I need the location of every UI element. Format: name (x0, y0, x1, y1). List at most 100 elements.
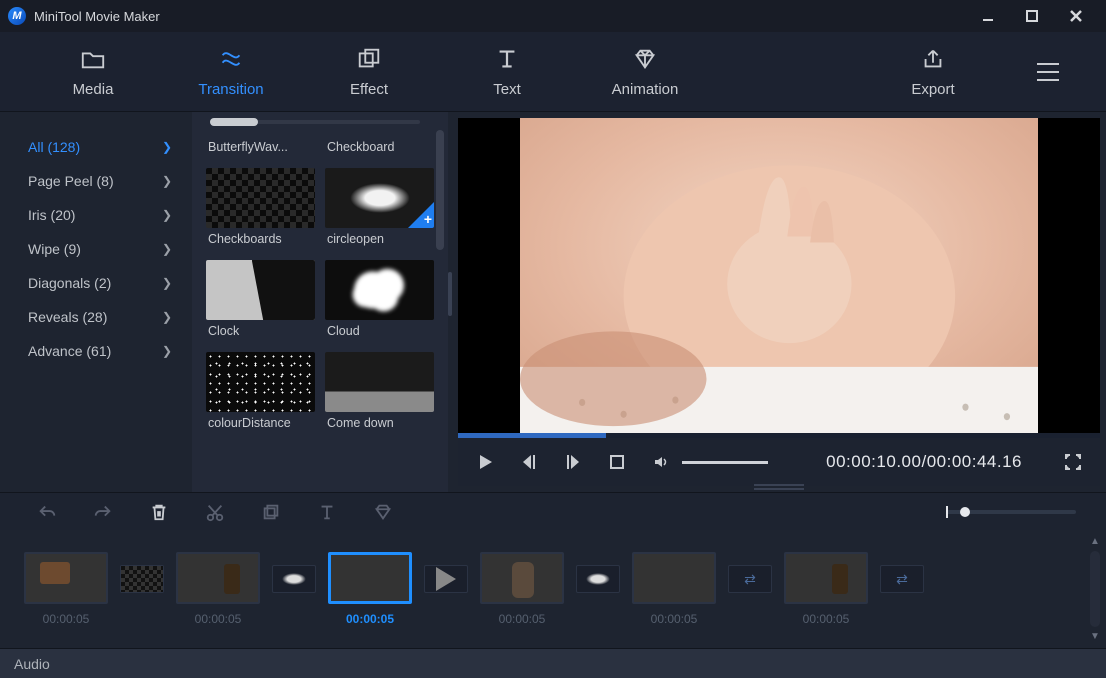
audio-track[interactable]: Audio (0, 648, 1106, 678)
chevron-right-icon: ❯ (162, 310, 172, 324)
frame-forward-button[interactable] (562, 451, 584, 473)
zoom-slider[interactable] (946, 510, 1076, 514)
sidebar-item-wipe[interactable]: Wipe (9)❯ (0, 232, 192, 266)
tab-effect[interactable]: Effect (314, 45, 424, 98)
text-tool-button[interactable] (316, 501, 338, 523)
minimize-button[interactable] (966, 0, 1010, 32)
gallery-vscroll[interactable] (436, 130, 444, 486)
tab-transition[interactable]: Transition (176, 45, 286, 98)
clip-thumbnail (784, 552, 868, 604)
gallery-item[interactable]: Checkboard (325, 136, 434, 162)
preview-screen[interactable] (458, 118, 1100, 438)
tab-text[interactable]: Text (452, 45, 562, 98)
gallery-item[interactable]: colourDistance (206, 352, 315, 438)
sidebar-item-reveals[interactable]: Reveals (28) ❯ (0, 300, 192, 334)
wedge-icon (436, 567, 456, 591)
sidebar-item-advance[interactable]: Advance (61)❯ (0, 334, 192, 368)
export-label: Export (911, 81, 954, 98)
timeline-clip[interactable]: 00:00:05 (632, 552, 716, 626)
gallery-hscroll[interactable] (210, 120, 420, 124)
category-sidebar: All (128)❯ Page Peel (8)❯ Iris (20)❯ Wip… (0, 112, 192, 492)
gallery-item[interactable]: Clock (206, 260, 315, 346)
gallery-item[interactable]: ButterflyWav... (206, 136, 315, 162)
fullscreen-button[interactable] (1062, 451, 1084, 473)
panel-resize-handle[interactable] (754, 484, 804, 490)
transition-icon (218, 45, 244, 73)
animation-tool-button[interactable] (372, 501, 394, 523)
title-bar: M MiniTool Movie Maker (0, 0, 1106, 32)
timeline-clip[interactable]: 00:00:05 (24, 552, 108, 626)
clip-thumbnail (632, 552, 716, 604)
timeline-clip-selected[interactable]: 00:00:05 (328, 552, 412, 626)
gallery-item-label: Come down (327, 416, 434, 432)
baby-hand-image (520, 118, 1038, 438)
timeline-transition[interactable] (272, 565, 316, 593)
gallery-item[interactable]: Checkboards (206, 168, 315, 254)
scroll-down-icon[interactable]: ▼ (1090, 631, 1100, 642)
chevron-right-icon: ❯ (162, 140, 172, 154)
clip-timestamp: 00:00:05 (346, 612, 394, 626)
thumbnail-clock (206, 260, 315, 320)
gallery-item-label: colourDistance (208, 416, 315, 432)
maximize-button[interactable] (1010, 0, 1054, 32)
clip-timestamp: 00:00:05 (651, 612, 698, 626)
tab-label: Animation (612, 81, 679, 98)
volume-slider[interactable] (682, 461, 768, 464)
sidebar-item-diagonals[interactable]: Diagonals (2)❯ (0, 266, 192, 300)
clip-thumbnail (24, 552, 108, 604)
ellipse-icon (586, 573, 610, 585)
app-title: MiniTool Movie Maker (34, 9, 160, 24)
timeline-clip[interactable]: 00:00:05 (784, 552, 868, 626)
timeline-transition[interactable] (576, 565, 620, 593)
export-icon (920, 45, 946, 73)
preview-video (520, 118, 1038, 438)
undo-button[interactable] (36, 501, 58, 523)
ellipse-icon (282, 573, 306, 585)
timeline-transition[interactable] (424, 565, 468, 593)
sidebar-item-label: Reveals (28) (28, 309, 107, 325)
close-button[interactable] (1054, 0, 1098, 32)
export-button[interactable]: Export (878, 45, 988, 98)
gallery-item-label: Cloud (327, 324, 434, 340)
main-area: All (128)❯ Page Peel (8)❯ Iris (20)❯ Wip… (0, 112, 1106, 492)
gallery-item-label: ButterflyWav... (208, 140, 315, 156)
sidebar-item-pagepeel[interactable]: Page Peel (8)❯ (0, 164, 192, 198)
sidebar-item-iris[interactable]: Iris (20)❯ (0, 198, 192, 232)
volume-button[interactable] (650, 451, 672, 473)
timeline-transition[interactable] (120, 565, 164, 593)
tab-media[interactable]: Media (38, 45, 148, 98)
menu-button[interactable] (1028, 61, 1068, 83)
frame-back-button[interactable] (518, 451, 540, 473)
app-window: M MiniTool Movie Maker Media Transition … (0, 0, 1106, 678)
gallery-item[interactable]: + circleopen (325, 168, 434, 254)
tab-animation[interactable]: Animation (590, 45, 700, 98)
chevron-right-icon: ❯ (162, 208, 172, 222)
timeline[interactable]: 00:00:05 00:00:05 00:00:05 00:00:05 00:0… (0, 530, 1106, 648)
thumbnail-cloud (325, 260, 434, 320)
edit-toolbar (0, 492, 1106, 530)
gallery-item[interactable]: Cloud (325, 260, 434, 346)
preview-progress[interactable] (458, 433, 1100, 438)
timeline-clip[interactable]: 00:00:05 (480, 552, 564, 626)
redo-button[interactable] (92, 501, 114, 523)
timeline-transition[interactable]: ⇄ (728, 565, 772, 593)
play-button[interactable] (474, 451, 496, 473)
chevron-right-icon: ❯ (162, 174, 172, 188)
diamond-icon (632, 45, 658, 73)
gallery-item[interactable]: Come down (325, 352, 434, 438)
scroll-up-icon[interactable]: ▲ (1090, 536, 1100, 547)
sidebar-item-all[interactable]: All (128)❯ (0, 130, 192, 164)
add-icon[interactable]: + (424, 211, 432, 227)
timeline-transition[interactable]: ⇄ (880, 565, 924, 593)
stop-button[interactable] (606, 451, 628, 473)
splitter-handle[interactable] (448, 112, 454, 492)
tab-label: Transition (198, 81, 263, 98)
effect-icon (356, 45, 382, 73)
chevron-right-icon: ❯ (162, 242, 172, 256)
split-button[interactable] (204, 501, 226, 523)
timeline-vscroll[interactable]: ▲ ▼ (1088, 536, 1102, 642)
crop-button[interactable] (260, 501, 282, 523)
folder-icon (80, 45, 106, 73)
delete-button[interactable] (148, 501, 170, 523)
timeline-clip[interactable]: 00:00:05 (176, 552, 260, 626)
